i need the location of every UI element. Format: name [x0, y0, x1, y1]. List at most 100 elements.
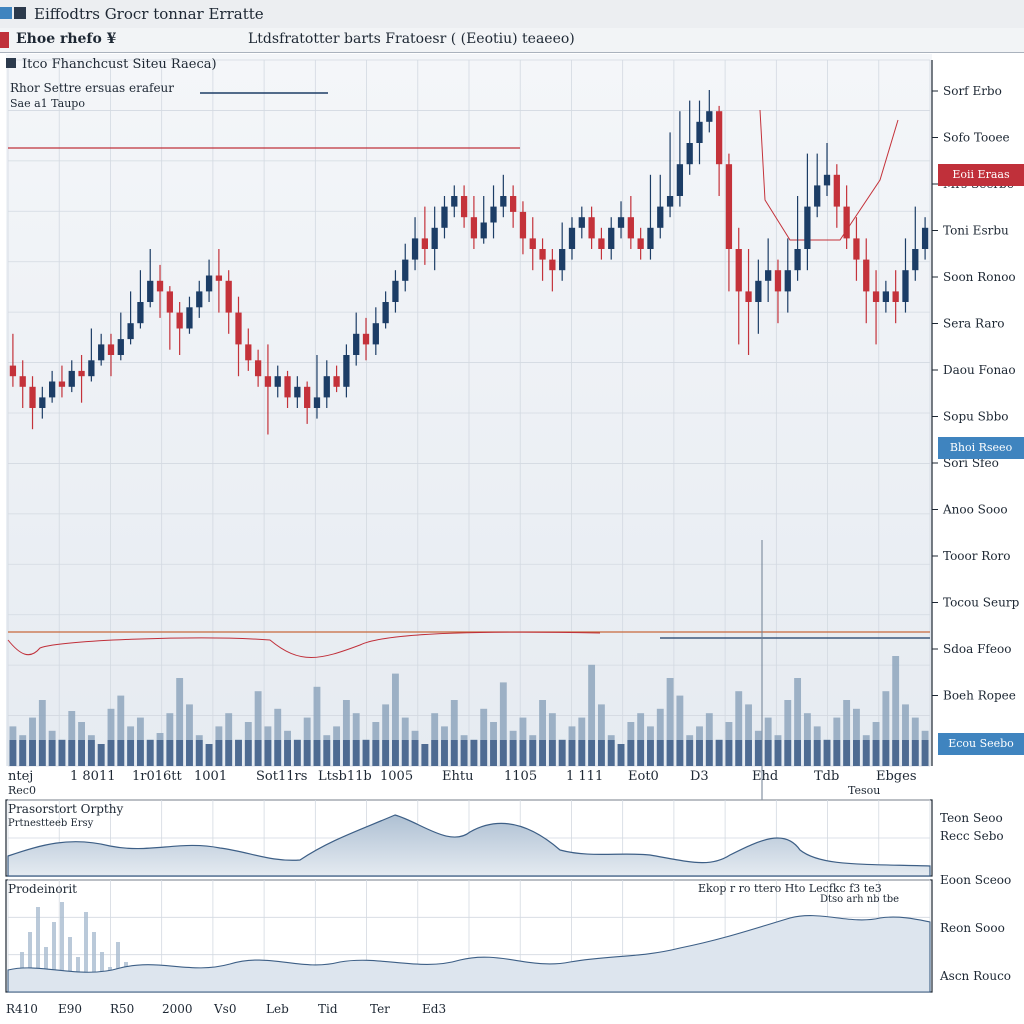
volume-bar: [568, 726, 576, 766]
volume-bar: [323, 735, 331, 766]
volume-bar: [215, 726, 223, 766]
volume-bar: [146, 739, 154, 766]
indicator-1-title: Prasorstort Orpthy: [8, 802, 124, 816]
volume-bar-base: [392, 740, 399, 766]
volume-bar-base: [803, 740, 811, 766]
volume-bar-base: [754, 740, 762, 766]
volume-bar-base: [892, 740, 900, 766]
candle-body: [725, 164, 733, 249]
candle-body: [29, 386, 36, 408]
volume-bar: [19, 735, 27, 766]
volume-bar-base: [597, 740, 605, 766]
volume-bar-base: [519, 740, 527, 766]
candle-body: [647, 227, 654, 249]
volume-bar-base: [87, 740, 95, 766]
indicator-panel-2[interactable]: [5, 879, 933, 993]
indicator-1-subtitle: Prtnestteeb Ersy: [8, 818, 94, 829]
volume-bar: [9, 726, 17, 766]
y-tick-label: Sorf Erbo: [943, 84, 1002, 98]
y-tick-label: Anoo Sooo: [942, 503, 1008, 517]
candle-body: [529, 238, 536, 249]
symbol-selector[interactable]: Ehoe rhefo ¥: [16, 31, 116, 47]
price-chart[interactable]: Sorf ErboSofo TooeeMrs SeerbcToni EsrbuS…: [0, 0, 1024, 1024]
volume-bar-base: [19, 740, 27, 766]
indicator-1-area: [7, 814, 931, 877]
y-tick-label: Toni Esrbu: [943, 224, 1009, 238]
oscillator-bar: [36, 907, 40, 992]
candle-body: [264, 376, 272, 387]
indicator-panel-1[interactable]: [5, 799, 933, 877]
volume-bar: [490, 722, 497, 766]
volume-bar-base: [558, 740, 566, 766]
volume-bar: [833, 717, 841, 766]
volume-bar-base: [264, 740, 272, 766]
volume-bar: [431, 713, 439, 766]
volume-bar: [392, 673, 399, 766]
volume-bar: [450, 700, 458, 766]
volume-bar: [617, 744, 625, 766]
candle-body: [107, 344, 115, 355]
volume-bar-base: [882, 740, 890, 766]
volume-bar: [843, 700, 851, 766]
volume-bar: [58, 739, 66, 766]
candle-body: [431, 227, 438, 249]
candle-body: [382, 302, 389, 324]
y-tick-label: Sera Raro: [943, 317, 1004, 331]
volume-bar: [235, 739, 242, 766]
oscillator-bar: [44, 947, 48, 992]
candle-body: [676, 164, 684, 196]
candle-body: [882, 291, 890, 302]
volume-bar: [264, 726, 272, 766]
x-sub-label: Rec0: [8, 784, 36, 797]
candle-body: [921, 227, 929, 249]
oscillator-bar: [60, 902, 64, 992]
volume-bar-base: [460, 740, 468, 766]
indicator-2-area: [7, 915, 931, 993]
volume-bar: [48, 730, 56, 766]
candle-body: [205, 275, 213, 292]
volume-bar: [666, 678, 674, 766]
volume-bar-base: [186, 740, 193, 766]
volume-bar: [539, 700, 546, 766]
volume-bar: [764, 717, 772, 766]
volume-bar-base: [813, 740, 821, 766]
candle-body: [362, 333, 370, 345]
candle-body: [274, 376, 281, 387]
volume-bar-base: [470, 740, 478, 766]
candle-body: [686, 143, 693, 165]
candle-body: [284, 376, 291, 398]
volume-bar-base: [862, 740, 870, 766]
volume-bar-base: [872, 740, 880, 766]
volume-bar-base: [117, 740, 125, 766]
candle-body: [657, 206, 664, 228]
volume-bar: [715, 739, 723, 766]
x-tick-label: Ehd: [752, 769, 778, 784]
candle-body: [88, 360, 95, 377]
volume-bar: [499, 682, 507, 766]
candle-body: [765, 270, 772, 281]
candle-body: [814, 185, 821, 207]
volume-bar-base: [195, 740, 203, 766]
volume-bar-base: [637, 740, 645, 766]
volume-bar-base: [97, 744, 105, 766]
candle-body: [470, 217, 478, 239]
volume-bar-base: [205, 744, 213, 766]
indicator-2-axis-label: Reon Sooo: [940, 921, 1005, 935]
candle-body: [9, 365, 17, 377]
window-close-icon[interactable]: [0, 7, 12, 19]
volume-bar: [352, 713, 360, 766]
period-selector[interactable]: Ltdsfratotter barts Fratoesr ( (Eeotiu) …: [248, 31, 575, 47]
x-tick-label: 1001: [194, 769, 227, 784]
candle-body: [588, 217, 595, 239]
oscillator-bar: [28, 932, 32, 992]
volume-bar-base: [509, 740, 517, 766]
volume-bar: [892, 656, 900, 766]
volume-bar-base: [823, 740, 831, 766]
candle-body: [509, 196, 517, 212]
volume-bar: [78, 722, 85, 766]
volume-bar: [656, 708, 664, 766]
candle-body: [902, 270, 909, 302]
volume-bar: [166, 713, 174, 766]
legend-swatch-icon: [6, 58, 16, 68]
candle-body: [98, 344, 105, 361]
